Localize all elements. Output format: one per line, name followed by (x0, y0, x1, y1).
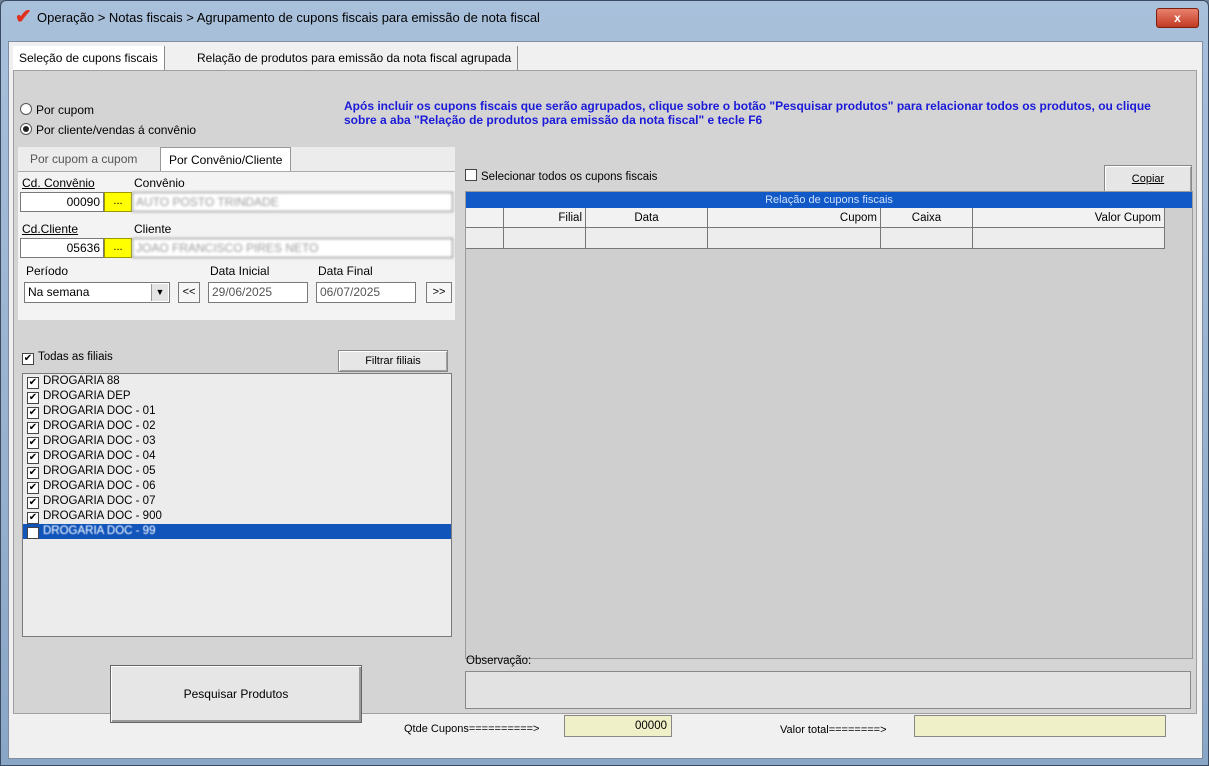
checkbox-checked-icon[interactable]: ✔ (27, 437, 39, 449)
valor-total-label: Valor total========> (780, 724, 887, 736)
tab-panel: Por cupom Por cliente/vendas á convênio … (13, 70, 1197, 737)
check-mark-icon: ✔ (15, 6, 32, 28)
checkbox-icon (465, 169, 477, 181)
qtde-cupons-field: 00000 (564, 715, 672, 737)
todas-filiais-checkbox[interactable]: ✔ Todas as filiais (22, 351, 113, 365)
convenio-label: Convênio (134, 176, 185, 190)
client-area: Seleção de cupons fiscais Relação de pro… (8, 41, 1203, 759)
grid-title: Relação de cupons fiscais (466, 192, 1192, 208)
periodo-select[interactable]: Na semana ▼ (24, 282, 170, 303)
convenio-name-field: AUTO POSTO TRINDADE (132, 192, 453, 212)
list-item[interactable]: ✔ DROGARIA DOC - 07 (23, 494, 451, 509)
data-final-label: Data Final (318, 264, 373, 278)
data-final-input[interactable]: 06/07/2025 (316, 282, 416, 303)
list-item[interactable]: ✔ DROGARIA DOC - 06 (23, 479, 451, 494)
col-valor-cupom[interactable]: Valor Cupom (973, 208, 1165, 228)
list-item[interactable]: ✔ DROGARIA DOC - 05 (23, 464, 451, 479)
pesquisar-produtos-button[interactable]: Pesquisar Produtos (110, 665, 362, 723)
radio-icon (20, 103, 32, 115)
cliente-label: Cliente (134, 222, 172, 236)
close-button[interactable]: x (1156, 8, 1199, 28)
convenio-lookup-button[interactable]: ... (104, 192, 132, 212)
tab-relacao-produtos[interactable]: Relação de produtos para emissão da nota… (191, 46, 519, 70)
checkbox-checked-icon[interactable]: ✔ (27, 512, 39, 524)
qtde-cupons-label: Qtde Cupons==========> (404, 723, 540, 735)
col-data[interactable]: Data (586, 208, 708, 228)
col-caixa[interactable]: Caixa (881, 208, 973, 228)
checkbox-checked-icon[interactable]: ✔ (27, 422, 39, 434)
list-item[interactable]: ✔ DROGARIA DOC - 03 (23, 434, 451, 449)
checkbox-checked-icon[interactable]: ✔ (27, 407, 39, 419)
tab-por-convenio-cliente[interactable]: Por Convênio/Cliente (160, 147, 292, 171)
col-cupom[interactable]: Cupom (708, 208, 881, 228)
checkbox-checked-icon[interactable]: ✔ (27, 452, 39, 464)
periodo-label: Período (26, 264, 69, 278)
table-cell[interactable] (586, 228, 708, 249)
observacao-field[interactable] (465, 671, 1191, 709)
list-item[interactable]: ✔ DROGARIA DOC - 01 (23, 404, 451, 419)
table-cell[interactable] (504, 228, 586, 249)
radio-selected-icon (20, 123, 32, 135)
list-item[interactable]: ✔ DROGARIA DOC - 900 (23, 509, 451, 524)
tab-selecao-cupons[interactable]: Seleção de cupons fiscais (13, 46, 165, 70)
main-window: ✔ Operação > Notas fiscais > Agrupamento… (0, 0, 1209, 766)
list-item[interactable]: ✔ DROGARIA 88 (23, 374, 451, 389)
data-inicial-input[interactable]: 29/06/2025 (208, 282, 308, 303)
cliente-name-field: JOAO FRANCISCO PIRES NETO (132, 238, 453, 258)
list-item[interactable]: ✔ DROGARIA DEP (23, 389, 451, 404)
list-item[interactable]: ✔ DROGARIA DOC - 04 (23, 449, 451, 464)
filiais-list[interactable]: ✔ DROGARIA 88 ✔ DROGARIA DEP ✔ DROGARIA DOC… (22, 373, 452, 637)
table-cell[interactable] (881, 228, 973, 249)
copiar-button[interactable]: Copiar (1104, 165, 1192, 193)
window-title: Operação > Notas fiscais > Agrupamento d… (37, 10, 540, 25)
grid-row-header (466, 208, 504, 228)
tab-por-cupom[interactable]: Por cupom a cupom (22, 147, 145, 171)
cd-cliente-input[interactable]: 05636 (20, 238, 104, 258)
checkbox-checked-icon[interactable]: ✔ (27, 527, 39, 539)
radio-por-cupom[interactable]: Por cupom (20, 103, 94, 117)
cupons-grid[interactable]: Relação de cupons fiscais Filial Data Cu… (465, 191, 1193, 659)
checkbox-checked-icon[interactable]: ✔ (27, 392, 39, 404)
next-period-button[interactable]: >> (426, 282, 452, 303)
table-cell[interactable] (466, 228, 504, 249)
checkbox-checked-icon[interactable]: ✔ (27, 377, 39, 389)
list-item-selected[interactable]: ✔ DROGARIA DOC - 99 (23, 524, 451, 539)
checkbox-checked-icon[interactable]: ✔ (27, 482, 39, 494)
cd-convenio-label: Cd. Convênio (22, 176, 95, 190)
cd-cliente-label: Cd.Cliente (22, 222, 79, 236)
chevron-down-icon[interactable]: ▼ (151, 284, 168, 301)
filtrar-filiais-button[interactable]: Filtrar filiais (338, 350, 448, 372)
instruction-text: Após incluir os cupons fiscais que serão… (344, 99, 1151, 127)
title-bar[interactable]: ✔ Operação > Notas fiscais > Agrupamento… (1, 1, 1208, 33)
radio-por-cliente[interactable]: Por cliente/vendas á convênio (20, 123, 196, 137)
checkbox-checked-icon[interactable]: ✔ (27, 467, 39, 479)
list-item[interactable]: ✔ DROGARIA DOC - 02 (23, 419, 451, 434)
select-all-cupons-checkbox[interactable]: Selecionar todos os cupons fiscais (465, 169, 657, 183)
observacao-label: Observação: (466, 655, 532, 667)
valor-total-field (914, 715, 1166, 737)
cliente-lookup-button[interactable]: ... (104, 238, 132, 258)
prev-period-button[interactable]: << (178, 282, 200, 303)
filter-panel: Por cupom a cupom Por Convênio/Cliente C… (18, 147, 455, 320)
checkbox-checked-icon[interactable]: ✔ (27, 497, 39, 509)
table-cell[interactable] (973, 228, 1165, 249)
close-icon: x (1174, 11, 1181, 25)
data-inicial-label: Data Inicial (210, 264, 270, 278)
col-filial[interactable]: Filial (504, 208, 586, 228)
table-cell[interactable] (708, 228, 881, 249)
cd-convenio-input[interactable]: 00090 (20, 192, 104, 212)
checkbox-checked-icon: ✔ (22, 353, 34, 365)
convenio-cliente-panel: Cd. Convênio Convênio 00090 ... AUTO POS… (18, 171, 455, 320)
